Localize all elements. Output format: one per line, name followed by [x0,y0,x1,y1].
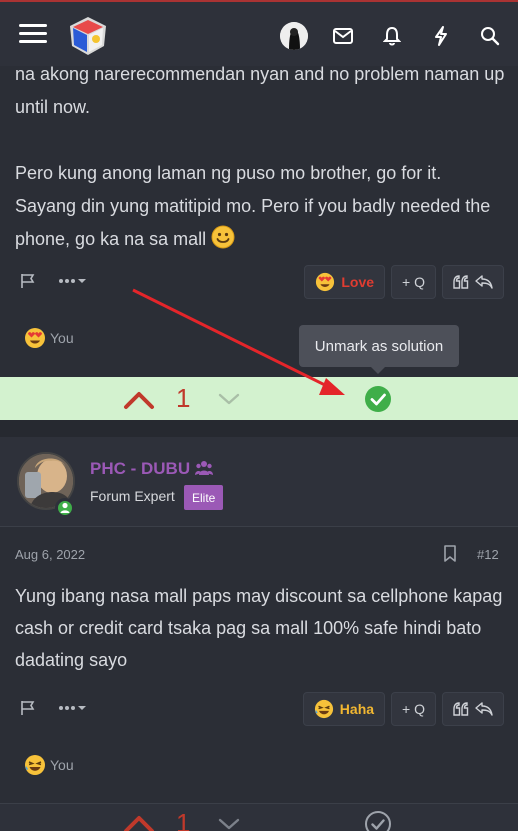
search-icon[interactable] [476,22,504,50]
user-group-icon [194,461,213,475]
post-date[interactable]: Aug 6, 2022 [15,547,85,562]
post-paragraph: Yung ibang nasa mall paps may discount s… [15,586,503,670]
vote-solution-bar: 1 [0,377,518,420]
reaction-button[interactable]: Haha [302,692,386,726]
reactions-summary[interactable]: You [24,327,74,349]
vote-count: 1 [176,383,191,413]
quote-icon [453,702,469,716]
account-avatar-button[interactable] [280,22,308,50]
reacted-by: You [50,757,74,773]
post-user-header: PHC - DUBU Forum Expert Elite [0,437,518,527]
post-paragraph: na akong narerecommendan nyan and no pro… [15,64,505,117]
solution-check-icon[interactable] [364,385,392,413]
reply-icon [475,275,493,289]
site-logo[interactable] [66,14,110,58]
heart-eyes-emoji-icon [316,272,335,292]
bolt-icon[interactable] [427,22,455,50]
bookmark-icon[interactable] [442,545,458,563]
post-body: Yung ibang nasa mall paps may discount s… [15,580,505,676]
tooltip: Unmark as solution [299,325,459,374]
more-options-icon[interactable] [58,276,86,286]
reaction-label: Love [341,274,375,290]
username-link[interactable]: PHC - DUBU [90,459,213,479]
reply-icon [475,702,493,716]
report-flag-icon[interactable] [20,700,36,716]
post-number[interactable]: #12 [477,547,499,562]
menu-icon[interactable] [19,22,47,46]
quote-reply-button[interactable] [442,692,504,726]
upvote-icon[interactable] [123,814,155,831]
smile-emoji-icon [211,225,235,249]
post-actions: Haha + Q [0,692,518,728]
username: PHC - DUBU [90,459,191,478]
reaction-label: Haha [339,701,375,717]
post-paragraph: Pero kung anong laman ng puso mo brother… [15,163,491,249]
upvote-icon[interactable] [123,390,155,410]
heart-eyes-emoji-icon [25,328,45,348]
tooltip-text: Unmark as solution [314,337,444,355]
more-options-icon[interactable] [58,703,86,713]
quote-label: + Q [402,701,425,717]
post-divider [0,420,518,438]
vote-count: 1 [176,808,191,831]
laughing-emoji-icon [25,755,45,775]
multi-quote-button[interactable]: + Q [391,692,436,726]
online-status-icon [55,498,75,518]
quote-reply-button[interactable] [442,265,504,299]
mail-icon[interactable] [329,22,357,50]
post-actions: Love + Q [0,265,518,301]
downvote-icon[interactable] [218,392,240,406]
solution-check-icon[interactable] [364,810,392,831]
quote-icon [453,275,469,289]
top-nav-bar [0,0,518,66]
reaction-button[interactable]: Love [304,265,386,299]
user-badge: Elite [184,485,224,510]
user-title: Forum Expert [90,488,175,504]
bell-icon[interactable] [378,22,406,50]
post-body: na akong narerecommendan nyan and no pro… [15,58,505,289]
laughing-emoji-icon [314,699,333,719]
vote-solution-bar: 1 [0,803,518,831]
reactions-summary[interactable]: You [24,754,74,776]
reacted-by: You [50,330,74,346]
downvote-icon[interactable] [218,817,240,831]
quote-label: + Q [402,274,425,290]
report-flag-icon[interactable] [20,273,36,289]
multi-quote-button[interactable]: + Q [391,265,436,299]
avatar [280,22,308,50]
